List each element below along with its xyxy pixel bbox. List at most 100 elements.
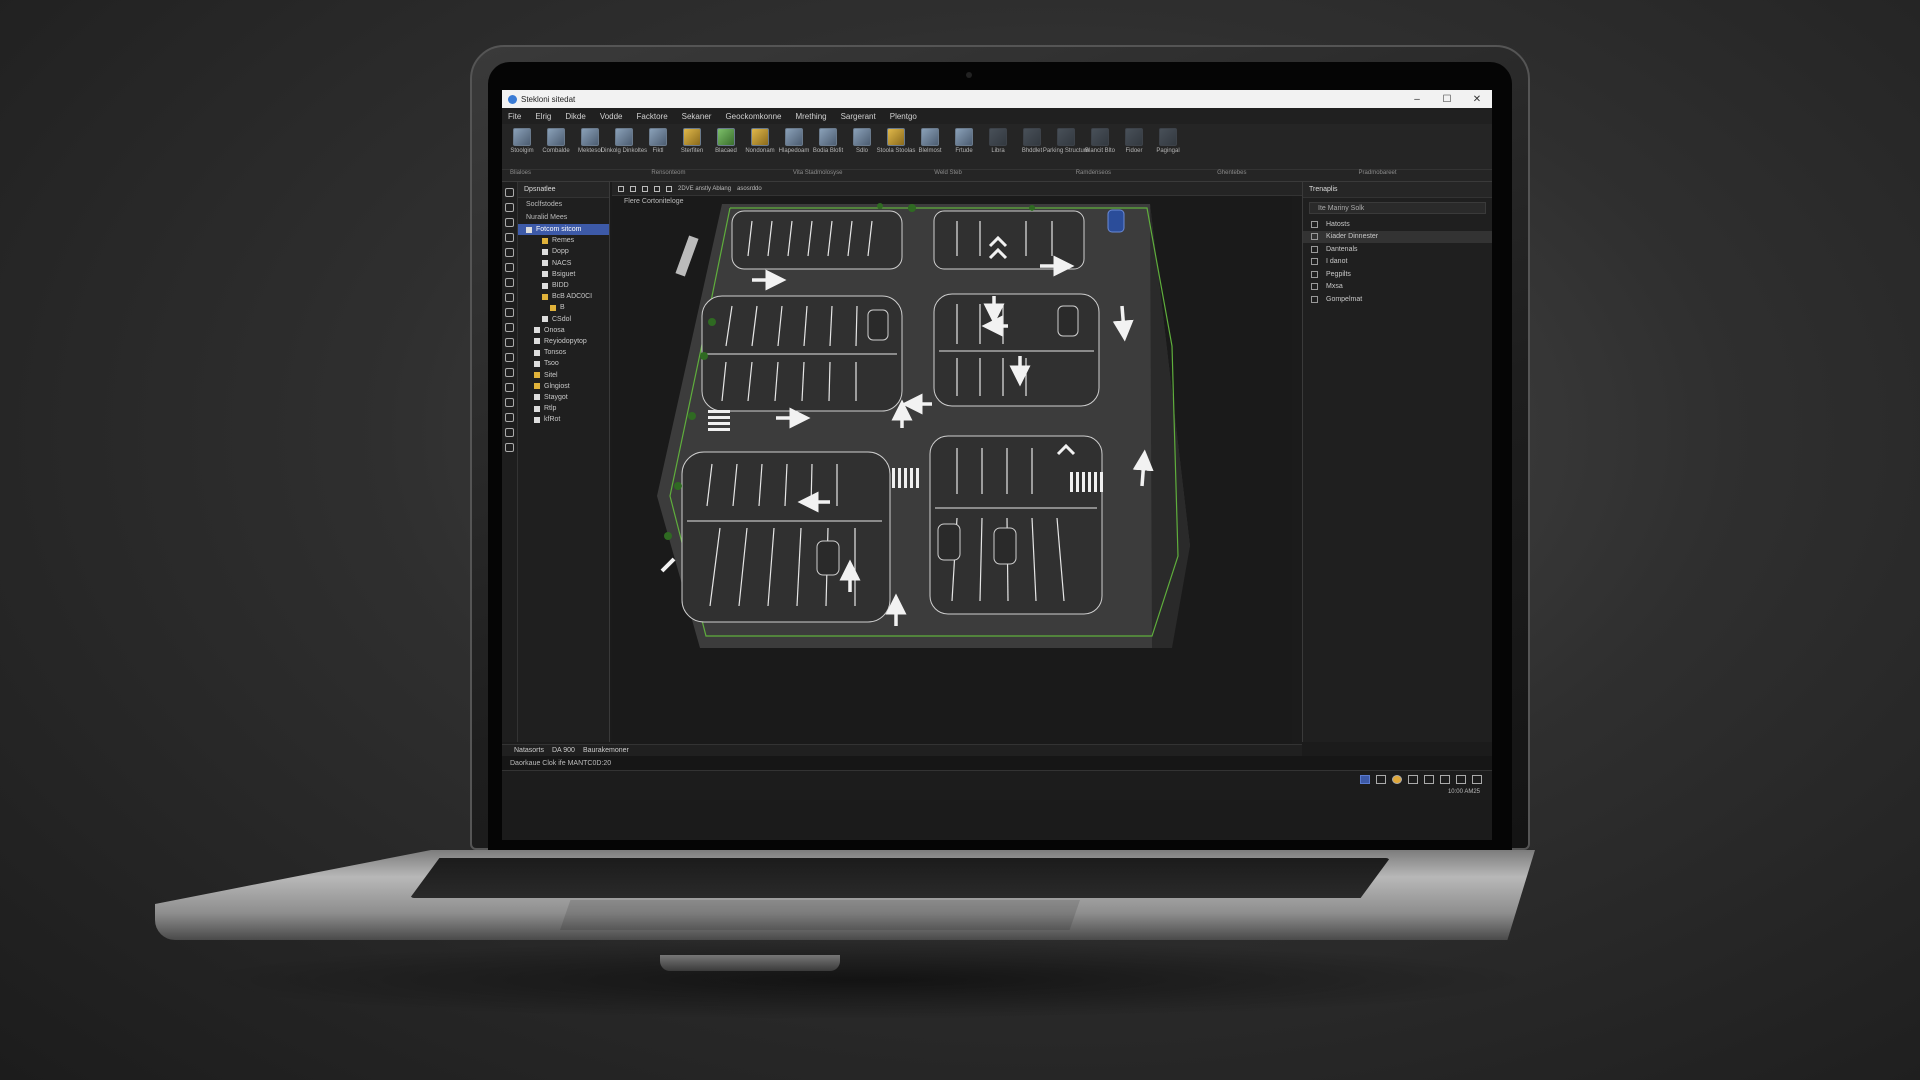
polar-icon[interactable] — [1424, 775, 1434, 784]
tree-item[interactable]: Glngiost — [518, 381, 609, 392]
ribbon-button[interactable]: Pagingal — [1154, 128, 1182, 155]
ribbon-button[interactable]: Frtude — [950, 128, 978, 155]
rotate-tool-icon[interactable] — [654, 185, 660, 192]
ribbon-button[interactable]: Stoolgim — [508, 128, 536, 155]
tree-item[interactable]: Fotcom sitcom — [518, 224, 609, 236]
tree-item[interactable]: Tonsos — [518, 347, 609, 358]
parking-block-low-right — [929, 435, 1103, 615]
close-button[interactable]: ✕ — [1462, 94, 1492, 105]
menu-item[interactable]: Facktore — [637, 112, 668, 121]
ribbon-button[interactable]: Mektesol — [576, 128, 604, 155]
ribbon-button[interactable]: Dinkolg Dinkoltes — [601, 128, 647, 155]
tree-item[interactable]: BIDD — [518, 280, 609, 291]
ribbon-button[interactable]: Libra — [984, 128, 1012, 155]
ribbon-button[interactable]: Bhddlet — [1018, 128, 1046, 155]
tool-icon[interactable] — [505, 263, 514, 272]
menu-item[interactable]: Elrig — [535, 112, 551, 121]
scale-tool-icon[interactable] — [666, 185, 672, 192]
ribbon-button[interactable]: Hlapedoam — [779, 128, 809, 155]
ribbon-button[interactable]: Bodia Blofit — [812, 128, 844, 155]
layer-select[interactable]: asosrddo — [737, 186, 762, 192]
ribbon-button[interactable]: Sdlo — [848, 128, 876, 155]
ribbon-button-label: Bodia Blofit — [812, 148, 844, 154]
tool-icon[interactable] — [505, 443, 514, 452]
tree-item[interactable]: B — [518, 302, 609, 313]
ribbon-button[interactable]: Blelmost — [916, 128, 944, 155]
tool-icon[interactable] — [505, 428, 514, 437]
tree-item[interactable]: Tsoo — [518, 358, 609, 369]
menu-item[interactable]: Geockomkonne — [725, 112, 781, 121]
tool-icon[interactable] — [505, 323, 514, 332]
tree-item[interactable]: Onosa — [518, 325, 609, 336]
tool-icon[interactable] — [505, 203, 514, 212]
tree-item[interactable]: Sitel — [518, 369, 609, 380]
menu-item[interactable]: Fite — [508, 112, 521, 121]
move-icon[interactable] — [630, 185, 636, 192]
ribbon-button[interactable]: Parking Structure — [1043, 128, 1089, 155]
properties-search[interactable]: Ite Mariny Solk — [1309, 202, 1486, 214]
menu-item[interactable]: Dikde — [565, 112, 585, 121]
snap-toggle-icon[interactable] — [1376, 775, 1386, 784]
tree-item[interactable]: Bsiguet — [518, 269, 609, 280]
property-row[interactable]: Hatosts — [1303, 218, 1492, 231]
diagonal-marking — [660, 557, 676, 573]
drawing-canvas[interactable]: Flere Cortoniteloge — [612, 196, 1292, 744]
tree-item[interactable]: BcB ADC0CI — [518, 291, 609, 302]
tree-item[interactable]: CSdol — [518, 314, 609, 325]
tree-item[interactable]: Remes — [518, 235, 609, 246]
layout-tab[interactable]: Natasorts — [514, 747, 544, 754]
lineweight-icon[interactable] — [1456, 775, 1466, 784]
tool-icon[interactable] — [505, 293, 514, 302]
warning-icon[interactable] — [1392, 775, 1402, 784]
tree-filter[interactable]: Soclfstodes — [518, 198, 609, 211]
maximize-button[interactable]: ☐ — [1432, 94, 1462, 105]
property-row[interactable]: Pegpilts — [1303, 268, 1492, 281]
ribbon-button[interactable]: Fidoer — [1120, 128, 1148, 155]
tool-icon[interactable] — [505, 353, 514, 362]
property-row[interactable]: Mxsa — [1303, 281, 1492, 294]
tool-icon[interactable] — [505, 308, 514, 317]
menu-item[interactable]: Plentgo — [890, 112, 917, 121]
copy-icon[interactable] — [642, 185, 648, 192]
osnap-icon[interactable] — [1440, 775, 1450, 784]
ortho-icon[interactable] — [1408, 775, 1418, 784]
menu-item[interactable]: Mrething — [795, 112, 826, 121]
tool-icon[interactable] — [505, 188, 514, 197]
tree-item[interactable]: Staygot — [518, 392, 609, 403]
property-row[interactable]: Kiader Dinnester — [1303, 230, 1492, 243]
select-icon[interactable] — [618, 185, 624, 192]
tree-item[interactable]: kfRot — [518, 414, 609, 425]
tree-item[interactable]: Dopp — [518, 246, 609, 257]
menu-item[interactable]: Sargerant — [841, 112, 876, 121]
menu-item[interactable]: Vodde — [600, 112, 623, 121]
tool-icon[interactable] — [505, 413, 514, 422]
tool-icon[interactable] — [505, 248, 514, 257]
ribbon-button[interactable]: Combalde — [542, 128, 570, 155]
tree-item[interactable]: NACS — [518, 258, 609, 269]
tool-icon[interactable] — [505, 398, 514, 407]
tree-group-label[interactable]: Nuralid Mees — [518, 211, 609, 224]
tree-item[interactable]: Rtlp — [518, 403, 609, 414]
app-logo-icon — [508, 94, 517, 104]
grid-toggle-icon[interactable] — [1360, 775, 1370, 784]
ribbon-button[interactable]: Sterfiten — [678, 128, 706, 155]
property-row[interactable]: Dantenals — [1303, 243, 1492, 256]
ribbon-button[interactable]: Blacaed — [712, 128, 740, 155]
tool-icon[interactable] — [505, 218, 514, 227]
minimize-button[interactable]: – — [1402, 94, 1432, 105]
tree-item[interactable]: Reyiodopytop — [518, 336, 609, 347]
settings-icon[interactable] — [1472, 775, 1482, 784]
ribbon-button[interactable]: Fiktl — [644, 128, 672, 155]
tool-icon[interactable] — [505, 278, 514, 287]
tool-icon[interactable] — [505, 368, 514, 377]
command-line[interactable]: Daorkaue Clok ife MANTC0D:20 — [502, 756, 1492, 770]
tool-icon[interactable] — [505, 233, 514, 242]
tool-icon[interactable] — [505, 383, 514, 392]
property-row[interactable]: Gompelmat — [1303, 293, 1492, 306]
property-row[interactable]: I danot — [1303, 256, 1492, 269]
ribbon-button[interactable]: Nondonam — [745, 128, 775, 155]
ribbon-button[interactable]: Stoola Stoolas — [877, 128, 915, 155]
ribbon-button[interactable]: Blancit Blto — [1085, 128, 1115, 155]
tool-icon[interactable] — [505, 338, 514, 347]
menu-item[interactable]: Sekaner — [682, 112, 712, 121]
